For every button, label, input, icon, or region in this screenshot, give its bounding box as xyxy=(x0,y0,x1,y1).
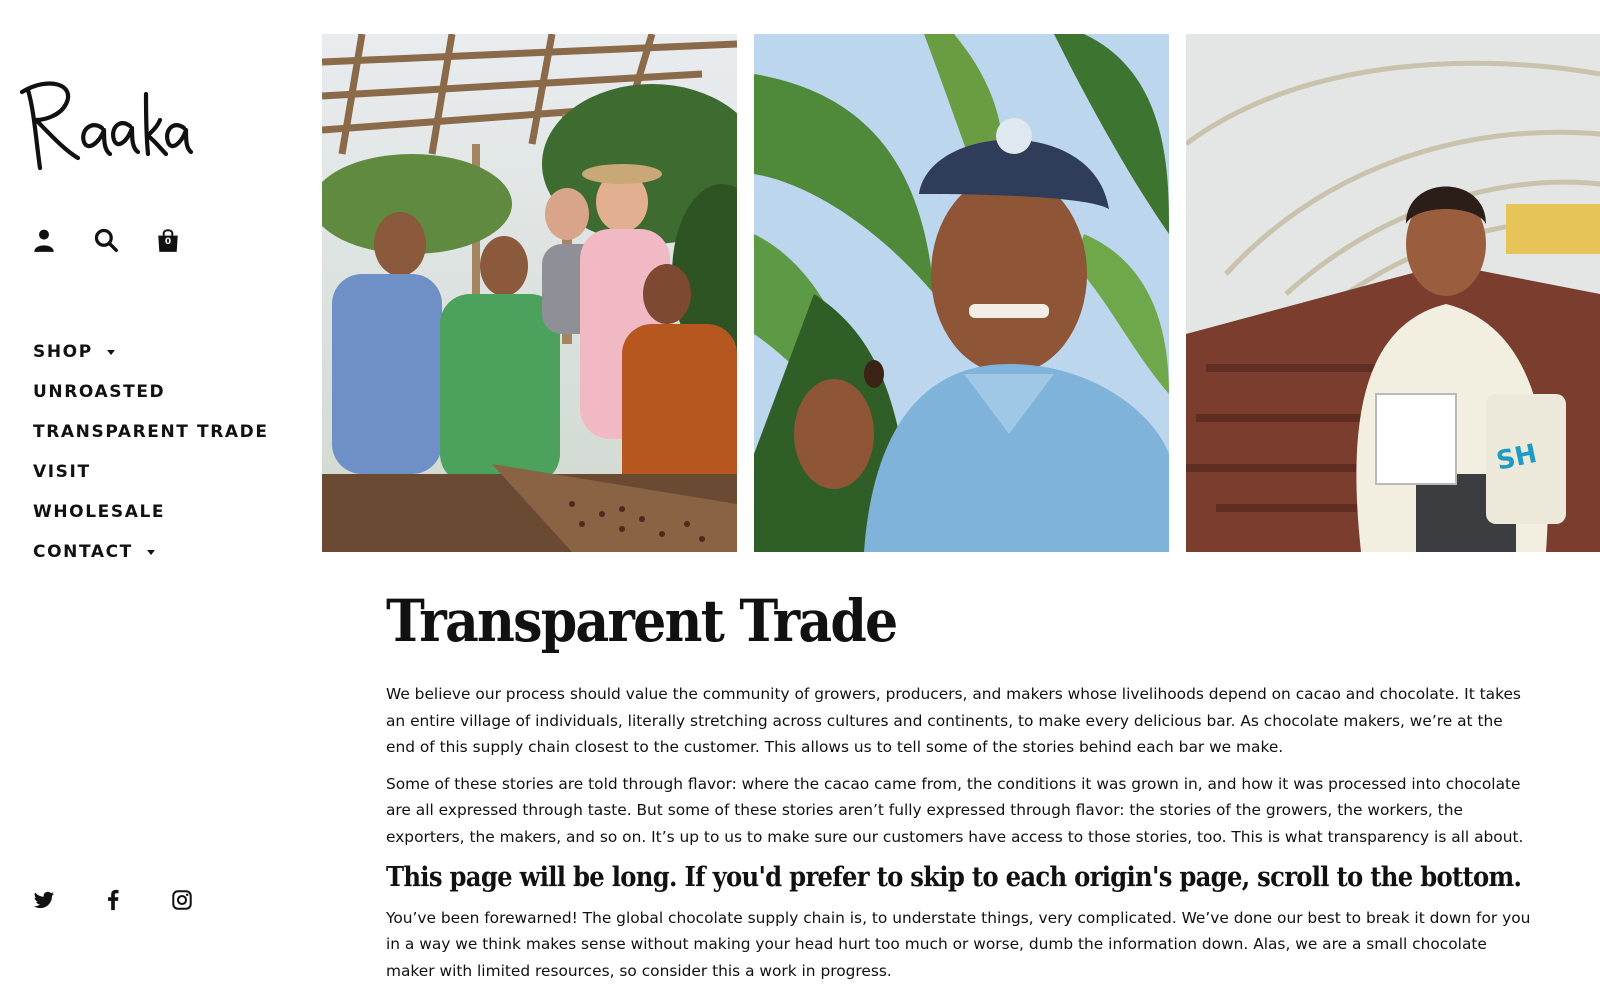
nav-item-shop[interactable]: SHOP xyxy=(33,332,269,372)
nav-item-label: WHOLESALE xyxy=(33,502,166,522)
photo-cacao-buying-group xyxy=(322,34,737,552)
page-title: Transparent Trade xyxy=(386,587,898,655)
cart-count-badge: 0 xyxy=(164,237,172,247)
forewarned-paragraph: You’ve been forewarned! The global choco… xyxy=(386,908,1531,980)
brand-logo[interactable] xyxy=(18,70,193,180)
facebook-icon[interactable] xyxy=(99,886,127,914)
social-links xyxy=(30,886,196,914)
search-icon[interactable] xyxy=(92,226,120,254)
shopping-bag-icon[interactable]: 0 xyxy=(154,226,182,254)
instagram-icon[interactable] xyxy=(168,886,196,914)
nav-item-label: VISIT xyxy=(33,462,91,482)
caret-down-icon xyxy=(106,349,115,355)
nav-item-label: SHOP xyxy=(33,342,93,362)
intro-paragraph: We believe our process should value the … xyxy=(386,685,1521,757)
nav-item-label: CONTACT xyxy=(33,542,133,562)
nav-item-contact[interactable]: CONTACT xyxy=(33,532,269,572)
nav-item-wholesale[interactable]: WHOLESALE xyxy=(33,492,269,532)
nav-item-visit[interactable]: VISIT xyxy=(33,452,269,492)
twitter-icon[interactable] xyxy=(30,886,58,914)
nav-item-transparent-trade[interactable]: TRANSPARENT TRADE xyxy=(33,412,269,452)
header-icons: 0 xyxy=(30,226,182,254)
nav-item-label: UNROASTED xyxy=(33,382,166,402)
account-icon[interactable] xyxy=(30,226,58,254)
sidebar: 0 SHOP UNROASTED TRANSPARENT TRADE VISIT… xyxy=(0,0,322,1000)
main-nav: SHOP UNROASTED TRANSPARENT TRADE VISIT W… xyxy=(33,332,269,572)
photo-woman-drying-beans: SH xyxy=(1186,34,1600,552)
nav-item-label: TRANSPARENT TRADE xyxy=(33,422,269,442)
long-page-notice: This page will be long. If you'd prefer … xyxy=(386,861,1522,893)
caret-down-icon xyxy=(146,549,155,555)
photo-smiling-farmer xyxy=(754,34,1169,552)
raaka-logo-mark xyxy=(19,81,193,171)
stories-paragraph: Some of these stories are told through f… xyxy=(386,774,1524,846)
article: Transparent Trade We believe our process… xyxy=(386,585,1536,984)
nav-item-unroasted[interactable]: UNROASTED xyxy=(33,372,269,412)
